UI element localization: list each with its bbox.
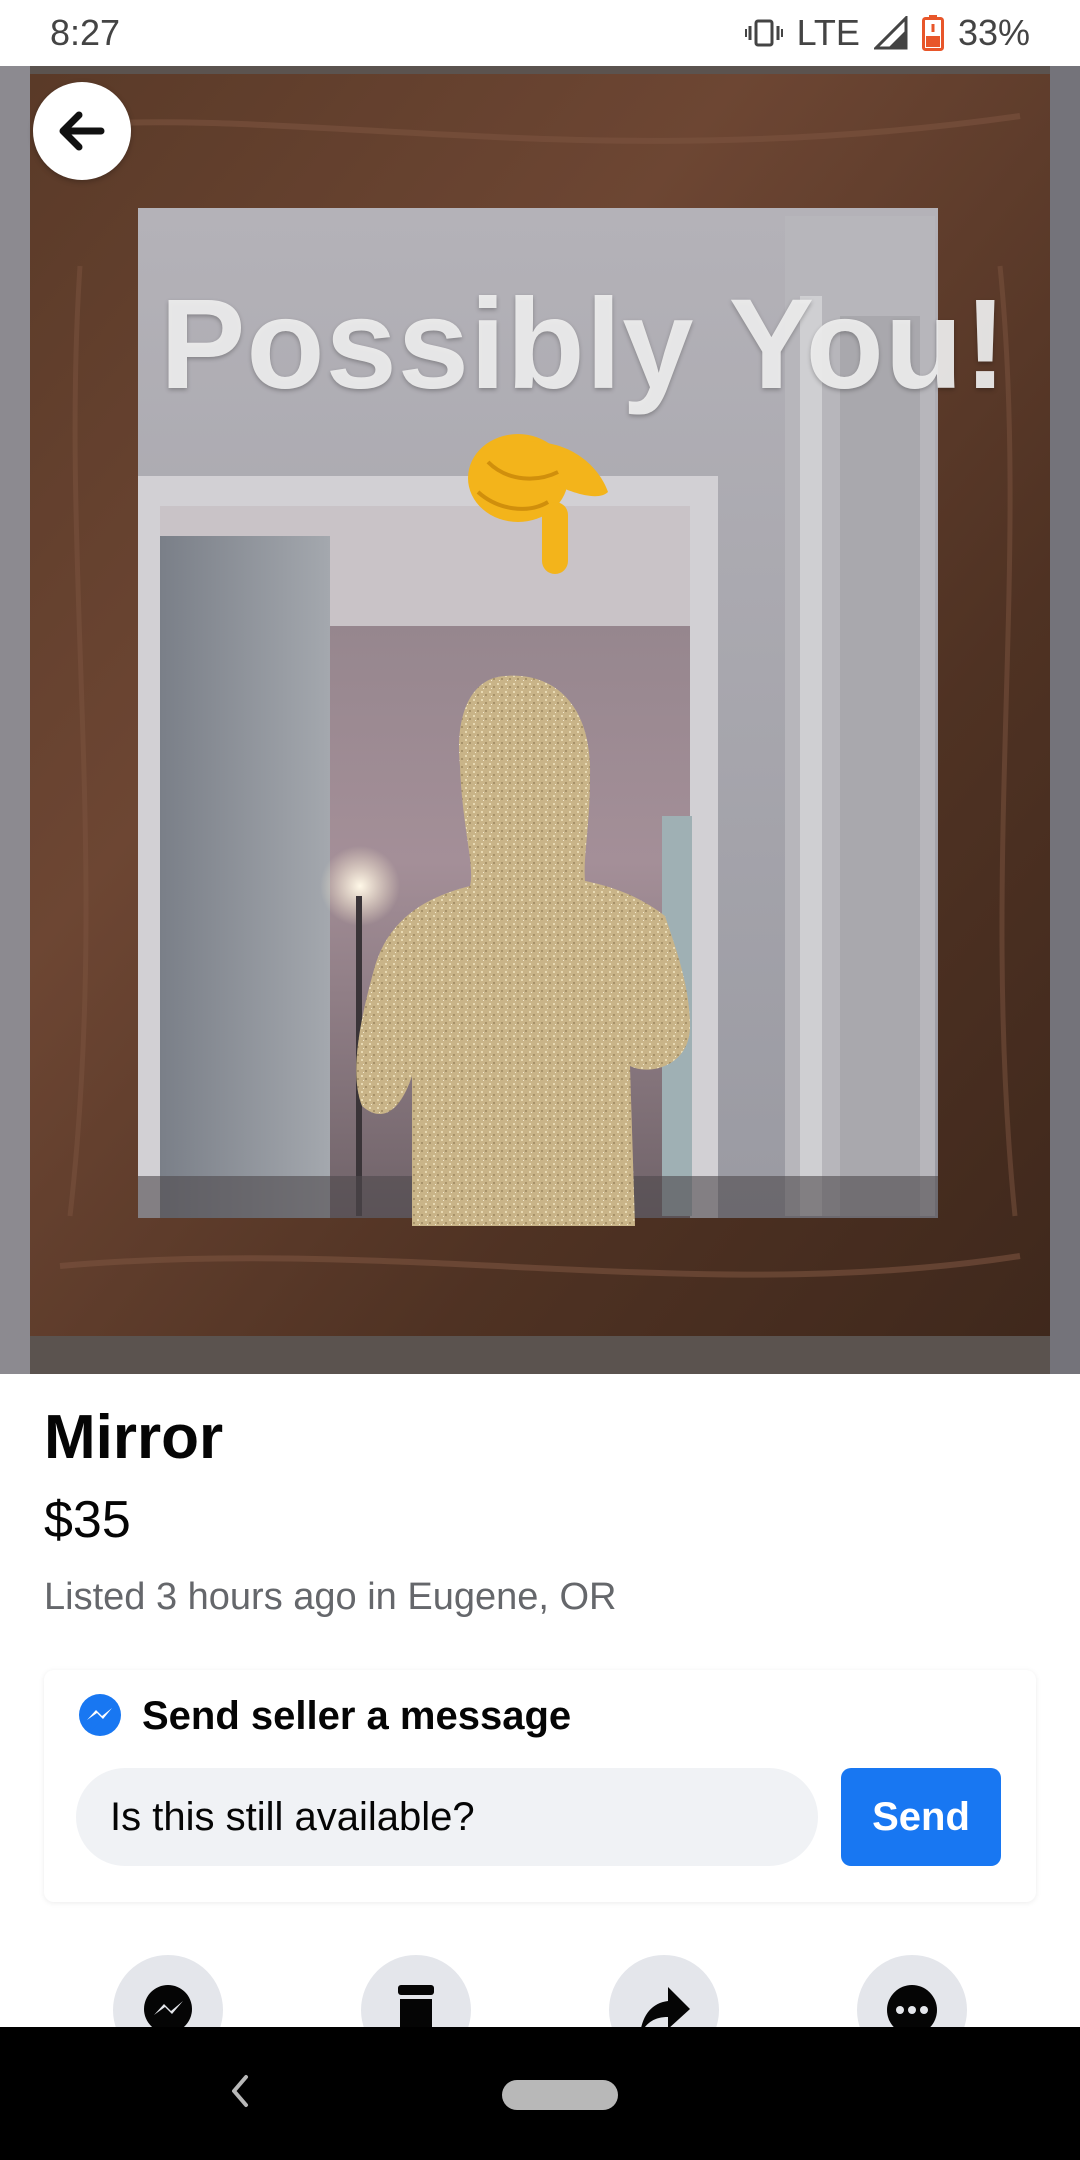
- vibrate-icon: [744, 18, 783, 48]
- message-seller-card: Send seller a message Send: [44, 1670, 1036, 1902]
- listing-title: Mirror: [44, 1403, 224, 1472]
- messenger-icon: [79, 1694, 121, 1736]
- message-card-title: Send seller a message: [142, 1693, 572, 1738]
- nav-back-icon[interactable]: [226, 2071, 252, 2111]
- send-button[interactable]: Send: [841, 1768, 1001, 1866]
- status-bar: 8:27 LTE 33%: [0, 0, 1080, 66]
- battery-icon: [921, 15, 944, 51]
- status-time: 8:27: [50, 12, 121, 53]
- system-nav-bar: [0, 2027, 1080, 2160]
- signal-icon: [873, 16, 908, 50]
- network-type: LTE: [796, 12, 860, 53]
- message-input[interactable]: [76, 1768, 818, 1866]
- mirror-photo: [0, 66, 1080, 1374]
- listing-photo[interactable]: Possibly You!: [0, 66, 1080, 1374]
- listing-price: $35: [44, 1491, 131, 1549]
- message-card-header: Send seller a message: [76, 1692, 571, 1740]
- photo-overlay-text: Possibly You!: [160, 273, 1008, 416]
- back-button[interactable]: [33, 82, 131, 180]
- nav-home-pill[interactable]: [502, 2080, 618, 2110]
- action-row: [0, 1955, 1080, 2065]
- status-icons: LTE 33%: [744, 12, 1030, 54]
- listing-meta: Listed 3 hours ago in Eugene, OR: [44, 1576, 617, 1618]
- pointing-hand-emoji: [468, 434, 608, 574]
- arrow-left-icon: [59, 111, 105, 151]
- battery-percent: 33%: [957, 12, 1030, 53]
